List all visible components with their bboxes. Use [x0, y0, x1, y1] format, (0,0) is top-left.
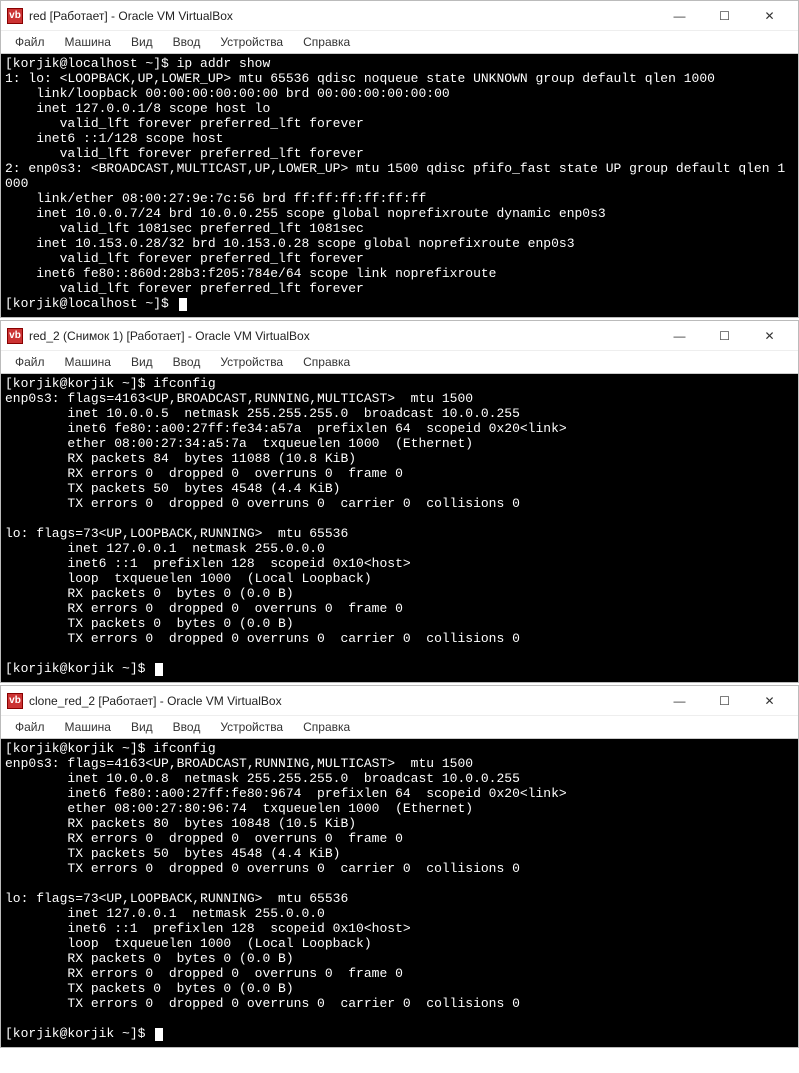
menu-help[interactable]: Справка [295, 33, 358, 51]
vm-window-clone-red2: vb clone_red_2 [Работает] - Oracle VM Vi… [0, 685, 799, 1048]
menubar: Файл Машина Вид Ввод Устройства Справка [1, 716, 798, 739]
menu-devices[interactable]: Устройства [212, 33, 291, 51]
minimize-button[interactable]: — [657, 322, 702, 350]
menu-help[interactable]: Справка [295, 718, 358, 736]
menu-devices[interactable]: Устройства [212, 353, 291, 371]
window-controls: — ☐ ✕ [657, 687, 792, 715]
window-controls: — ☐ ✕ [657, 322, 792, 350]
titlebar[interactable]: vb red [Работает] - Oracle VM VirtualBox… [1, 1, 798, 31]
minimize-button[interactable]: — [657, 2, 702, 30]
close-button[interactable]: ✕ [747, 2, 792, 30]
menubar: Файл Машина Вид Ввод Устройства Справка [1, 351, 798, 374]
menu-file[interactable]: Файл [7, 353, 53, 371]
menu-machine[interactable]: Машина [57, 353, 119, 371]
window-title: red_2 (Снимок 1) [Работает] - Oracle VM … [29, 329, 657, 343]
menu-help[interactable]: Справка [295, 353, 358, 371]
virtualbox-icon: vb [7, 8, 23, 24]
window-title: clone_red_2 [Работает] - Oracle VM Virtu… [29, 694, 657, 708]
vm-window-red: vb red [Работает] - Oracle VM VirtualBox… [0, 0, 799, 318]
maximize-button[interactable]: ☐ [702, 322, 747, 350]
window-controls: — ☐ ✕ [657, 2, 792, 30]
terminal-text: [korjik@korjik ~]$ ifconfig enp0s3: flag… [5, 741, 567, 1041]
maximize-button[interactable]: ☐ [702, 2, 747, 30]
menu-machine[interactable]: Машина [57, 33, 119, 51]
menu-machine[interactable]: Машина [57, 718, 119, 736]
close-button[interactable]: ✕ [747, 322, 792, 350]
close-button[interactable]: ✕ [747, 687, 792, 715]
menu-input[interactable]: Ввод [165, 353, 209, 371]
virtualbox-icon: vb [7, 693, 23, 709]
menu-view[interactable]: Вид [123, 33, 161, 51]
terminal-output[interactable]: [korjik@localhost ~]$ ip addr show 1: lo… [1, 54, 798, 317]
menu-devices[interactable]: Устройства [212, 718, 291, 736]
menu-file[interactable]: Файл [7, 718, 53, 736]
window-title: red [Работает] - Oracle VM VirtualBox [29, 9, 657, 23]
titlebar[interactable]: vb red_2 (Снимок 1) [Работает] - Oracle … [1, 321, 798, 351]
menu-view[interactable]: Вид [123, 718, 161, 736]
menu-file[interactable]: Файл [7, 33, 53, 51]
terminal-output[interactable]: [korjik@korjik ~]$ ifconfig enp0s3: flag… [1, 374, 798, 682]
terminal-text: [korjik@localhost ~]$ ip addr show 1: lo… [5, 56, 785, 311]
maximize-button[interactable]: ☐ [702, 687, 747, 715]
menu-view[interactable]: Вид [123, 353, 161, 371]
titlebar[interactable]: vb clone_red_2 [Работает] - Oracle VM Vi… [1, 686, 798, 716]
cursor-icon [179, 298, 187, 311]
terminal-text: [korjik@korjik ~]$ ifconfig enp0s3: flag… [5, 376, 567, 676]
terminal-output[interactable]: [korjik@korjik ~]$ ifconfig enp0s3: flag… [1, 739, 798, 1047]
minimize-button[interactable]: — [657, 687, 702, 715]
virtualbox-icon: vb [7, 328, 23, 344]
cursor-icon [155, 663, 163, 676]
menu-input[interactable]: Ввод [165, 718, 209, 736]
menubar: Файл Машина Вид Ввод Устройства Справка [1, 31, 798, 54]
cursor-icon [155, 1028, 163, 1041]
vm-window-red2: vb red_2 (Снимок 1) [Работает] - Oracle … [0, 320, 799, 683]
menu-input[interactable]: Ввод [165, 33, 209, 51]
